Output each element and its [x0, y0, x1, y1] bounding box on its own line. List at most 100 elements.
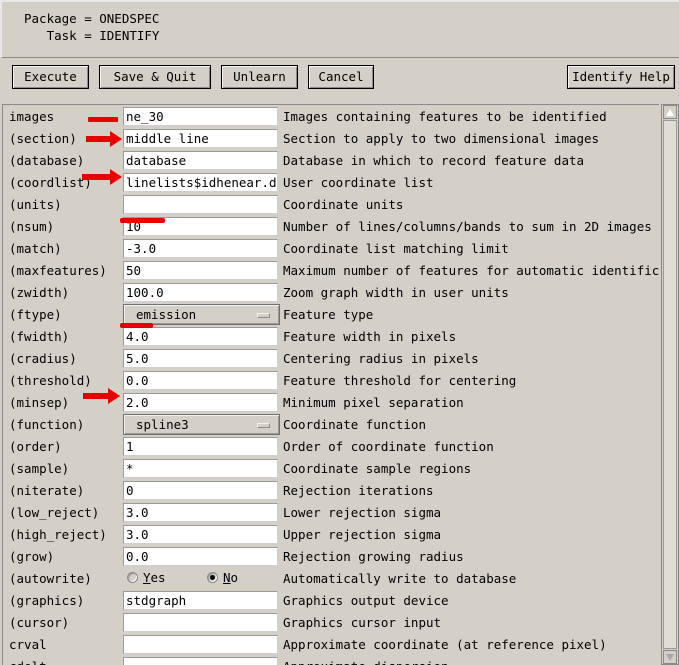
parameter-label: (ftype) [9, 307, 62, 322]
parameter-label: (high_reject) [9, 527, 107, 542]
parameter-input[interactable]: 0 [123, 481, 278, 500]
parameter-input[interactable]: 1 [123, 437, 278, 456]
parameter-input[interactable]: 3.0 [123, 503, 278, 522]
parameter-label: (low_reject) [9, 505, 100, 520]
parameter-description: Rejection growing radius [283, 549, 464, 564]
parameter-row: (grow) 0.0 Rejection growing radius [3, 546, 659, 568]
parameter-row: (section) middle line Section to apply to … [3, 128, 659, 150]
scrollbar-trough[interactable] [663, 120, 677, 649]
parameter-input[interactable]: -3.0 [123, 239, 278, 258]
parameter-row: (database) database Database in which to r… [3, 150, 659, 172]
parameter-row: (cursor) Graphics cursor input [3, 612, 659, 634]
radio-indicator-icon [207, 572, 218, 583]
parameter-row: (fwidth) 4.0 Feature width in pixels [3, 326, 659, 348]
parameter-row: (function) spline3 Coordinate function [3, 414, 659, 436]
parameter-row: (high_reject) 3.0 Upper rejection sigma [3, 524, 659, 546]
parameter-input[interactable]: 4.0 [123, 327, 278, 346]
parameter-label: (order) [9, 439, 62, 454]
scroll-up-arrow-icon[interactable] [663, 105, 677, 119]
radio-label: No [223, 570, 238, 585]
parameter-description: Graphics cursor input [283, 615, 442, 630]
option-menu-value: spline3 [136, 417, 189, 432]
radio-label-rest: o [230, 570, 239, 585]
parameter-input[interactable] [123, 657, 278, 665]
parameter-option-menu[interactable]: spline3 [123, 414, 280, 435]
save-quit-button[interactable]: Save & Quit [99, 65, 211, 89]
parameter-label: (grow) [9, 549, 55, 564]
parameter-row: images ne_30 Images containing features to… [3, 106, 659, 128]
parameter-description: Automatically write to database [283, 571, 517, 586]
parameter-list: images ne_30 Images containing features to… [2, 104, 659, 665]
parameter-input[interactable]: stdgraph [123, 591, 278, 610]
identify-help-button[interactable]: Identify Help [567, 65, 675, 89]
parameter-option-menu[interactable]: emission [123, 304, 280, 325]
parameter-description: Feature threshold for centering [283, 373, 517, 388]
execute-button[interactable]: Execute [12, 65, 89, 89]
parameter-row: (niterate) 0 Rejection iterations [3, 480, 659, 502]
parameter-label: (maxfeatures) [9, 263, 107, 278]
parameter-description: Zoom graph width in user units [283, 285, 509, 300]
parameter-description: Rejection iterations [283, 483, 434, 498]
parameter-input[interactable]: database [123, 151, 278, 170]
task-line: Task = IDENTIFY [24, 28, 160, 43]
parameter-input[interactable]: 5.0 [123, 349, 278, 368]
scroll-down-arrow-icon[interactable] [663, 650, 677, 664]
parameter-row: cdelt Approximate dispersion [3, 656, 659, 665]
parameter-description: Number of lines/columns/bands to sum in … [283, 219, 652, 234]
parameter-description: Section to apply to two dimensional imag… [283, 131, 600, 146]
parameter-input[interactable]: 50 [123, 261, 278, 280]
parameter-input[interactable]: 3.0 [123, 525, 278, 544]
parameter-label: (cradius) [9, 351, 77, 366]
parameter-input[interactable] [123, 635, 278, 654]
parameter-label: (coordlist) [9, 175, 92, 190]
parameter-row: (match) -3.0 Coordinate list matching limi… [3, 238, 659, 260]
option-menu-value: emission [136, 307, 197, 322]
parameter-label: (database) [9, 153, 85, 168]
parameter-input[interactable]: 2.0 [123, 393, 278, 412]
parameter-row: (nsum) 10 Number of lines/columns/bands to… [3, 216, 659, 238]
parameter-description: Approximate coordinate (at reference pix… [283, 637, 607, 652]
radio-label-mnemonic: Y [143, 570, 151, 585]
parameter-rows: images ne_30 Images containing features to… [3, 106, 659, 665]
parameter-description: Lower rejection sigma [283, 505, 442, 520]
parameter-input[interactable]: ne_30 [123, 107, 278, 126]
parameter-label: (zwidth) [9, 285, 70, 300]
radio-label: Yes [143, 570, 166, 585]
parameter-description: Coordinate sample regions [283, 461, 472, 476]
parameter-label: (minsep) [9, 395, 70, 410]
epar-window: Package = ONEDSPEC Task = IDENTIFY Execu… [0, 0, 679, 665]
parameter-input[interactable] [123, 613, 278, 632]
vertical-scrollbar[interactable] [661, 104, 679, 665]
parameter-description: Coordinate list matching limit [283, 241, 509, 256]
parameter-input[interactable]: middle line [123, 129, 278, 148]
autowrite-radio-no[interactable]: No [207, 570, 238, 586]
parameter-description: Centering radius in pixels [283, 351, 479, 366]
parameter-row: (low_reject) 3.0 Lower rejection sigma [3, 502, 659, 524]
radio-label-rest: es [150, 570, 166, 585]
option-menu-indicator-icon [257, 423, 270, 428]
parameter-input[interactable]: 10 [123, 217, 278, 236]
parameter-description: Database in which to record feature data [283, 153, 585, 168]
parameter-label: (niterate) [9, 483, 85, 498]
parameter-label: (match) [9, 241, 62, 256]
parameter-input[interactable]: 0.0 [123, 371, 278, 390]
parameter-input[interactable]: * [123, 459, 278, 478]
parameter-row: (units) Coordinate units [3, 194, 659, 216]
parameter-row: (ftype) emission Feature type [3, 304, 659, 326]
parameter-input[interactable]: 0.0 [123, 547, 278, 566]
parameter-label: (autowrite) [9, 571, 92, 586]
unlearn-button[interactable]: Unlearn [221, 65, 298, 89]
parameter-input[interactable]: 100.0 [123, 283, 278, 302]
autowrite-radio-yes[interactable]: Yes [127, 570, 166, 586]
parameter-label: (nsum) [9, 219, 55, 234]
parameter-input[interactable] [123, 195, 278, 214]
parameter-row: (threshold) 0.0 Feature threshold for cent… [3, 370, 659, 392]
parameter-label: (cursor) [9, 615, 70, 630]
parameter-label: (units) [9, 197, 62, 212]
parameter-label: (function) [9, 417, 85, 432]
parameter-label: (threshold) [9, 373, 92, 388]
parameter-label: cdelt [9, 659, 119, 665]
parameter-input[interactable]: linelists$idhenear.dat [123, 173, 278, 192]
cancel-button[interactable]: Cancel [308, 65, 374, 89]
parameter-description: Coordinate function [283, 417, 426, 432]
